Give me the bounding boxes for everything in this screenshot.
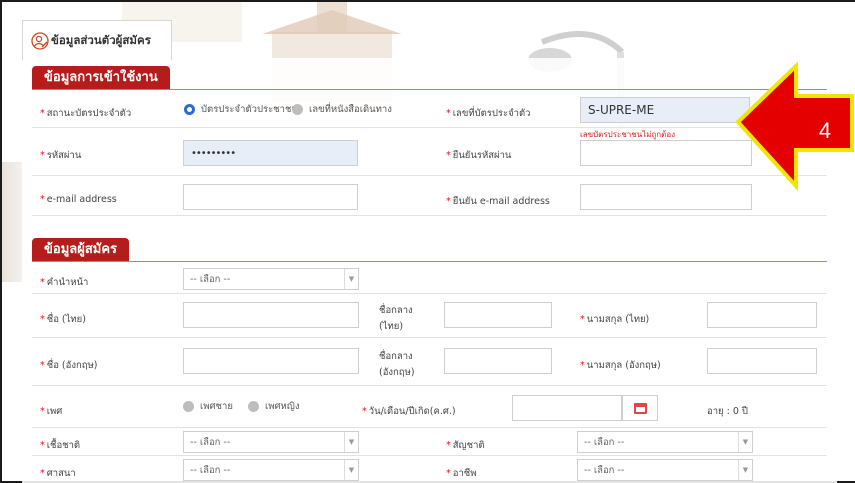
radio-passport[interactable]: เลขที่หนังสือเดินทาง bbox=[292, 102, 392, 117]
chevron-down-icon: ▼ bbox=[738, 432, 752, 452]
window-frame: ข้อมูลส่วนตัวผู้สมัคร ข้อมูลการเข้าใช้งา… bbox=[0, 0, 855, 483]
radio-unselected-icon bbox=[248, 401, 259, 412]
row-prefix: * คำนำหน้า -- เลือก -- ▼ bbox=[32, 264, 827, 294]
first-name-th-input[interactable] bbox=[183, 302, 359, 328]
chevron-down-icon: ▼ bbox=[344, 460, 358, 480]
religion-select[interactable]: -- เลือก -- ▼ bbox=[183, 459, 359, 481]
tab-label: ข้อมูลส่วนตัวผู้สมัคร bbox=[51, 32, 151, 47]
password-label: * รหัสผ่าน bbox=[40, 150, 82, 161]
section-applicant-title: ข้อมูลผู้สมัคร bbox=[32, 238, 130, 262]
radio-selected-icon bbox=[184, 104, 195, 115]
calendar-button[interactable] bbox=[622, 395, 658, 421]
email-confirm-input[interactable] bbox=[580, 184, 752, 210]
email-label: * e-mail address bbox=[40, 194, 117, 205]
id-type-label: * สถานะบัตรประจำตัว bbox=[40, 108, 132, 119]
occupation-select[interactable]: -- เลือก -- ▼ bbox=[577, 459, 753, 481]
form-panel: ข้อมูลการเข้าใช้งาน * สถานะบัตรประจำตัว บ… bbox=[22, 58, 837, 483]
middle-name-th-label-sub: (ไทย) bbox=[379, 321, 404, 332]
password-confirm-label: * ยืนยันรหัสผ่าน bbox=[446, 150, 512, 161]
section-login-header: ข้อมูลการเข้าใช้งาน bbox=[32, 66, 827, 90]
radio-unselected-icon bbox=[292, 104, 303, 115]
occupation-label: * อาชีพ bbox=[446, 468, 477, 479]
name-th-label: * ชื่อ (ไทย) bbox=[40, 314, 86, 325]
radio-id-card[interactable]: บัตรประจำตัวประชาชน bbox=[184, 102, 298, 117]
user-edit-icon bbox=[31, 31, 49, 50]
nationality-select[interactable]: -- เลือก -- ▼ bbox=[577, 431, 753, 453]
form-container: ข้อมูลส่วนตัวผู้สมัคร ข้อมูลการเข้าใช้งา… bbox=[22, 20, 837, 483]
chevron-down-icon: ▼ bbox=[738, 460, 752, 480]
email-input[interactable] bbox=[183, 184, 358, 210]
radio-unselected-icon bbox=[183, 401, 194, 412]
middle-name-en-label-sub: (อังกฤษ) bbox=[379, 367, 415, 378]
chevron-down-icon: ▼ bbox=[344, 269, 358, 289]
first-name-en-input[interactable] bbox=[183, 348, 359, 374]
step-number: 4 bbox=[818, 118, 832, 143]
calendar-icon bbox=[633, 402, 647, 414]
row-id-type: * สถานะบัตรประจำตัว บัตรประจำตัวประชาชน เ… bbox=[32, 90, 827, 139]
birthdate-label: * วัน/เดือน/ปีเกิด(ค.ศ.) bbox=[362, 406, 456, 417]
row-email: * e-mail address * ยืนยัน e-mail address bbox=[32, 176, 827, 216]
email-confirm-label: * ยืนยัน e-mail address bbox=[446, 196, 550, 207]
row-password: * รหัสผ่าน ••••••••• * ยืนยันรหัสผ่าน bbox=[32, 128, 827, 176]
prefix-label: * คำนำหน้า bbox=[40, 277, 89, 288]
password-confirm-input[interactable] bbox=[580, 140, 752, 166]
section-login-title: ข้อมูลการเข้าใช้งาน bbox=[32, 66, 170, 90]
row-name-th: * ชื่อ (ไทย) ชื่อกลาง (ไทย) * นามสกุล (ไทย… bbox=[32, 294, 827, 338]
middle-name-en-label: ชื่อกลาง bbox=[379, 351, 413, 362]
chevron-down-icon: ▼ bbox=[344, 432, 358, 452]
ethnicity-select[interactable]: -- เลือก -- ▼ bbox=[183, 431, 359, 453]
middle-name-th-input[interactable] bbox=[444, 302, 552, 328]
surname-en-input[interactable] bbox=[707, 348, 817, 374]
surname-th-label: * นามสกุล (ไทย) bbox=[580, 314, 650, 325]
tab-applicant-info[interactable]: ข้อมูลส่วนตัวผู้สมัคร bbox=[22, 20, 172, 60]
row-gender-birthdate: * เพศ เพศชาย เพศหญิง * วัน/เดือน/ปีเกิด(ค.… bbox=[32, 386, 827, 428]
ethnicity-label: * เชื้อชาติ bbox=[40, 440, 81, 451]
name-en-label: * ชื่อ (อังกฤษ) bbox=[40, 360, 98, 371]
row-religion: * ศาสนา -- เลือก -- ▼ * อาชีพ -- เลือก -- ▼ bbox=[32, 456, 827, 483]
id-number-input[interactable]: S-UPRE-ME bbox=[580, 97, 750, 123]
id-number-label: * เลขที่บัตรประจำตัว bbox=[446, 108, 531, 119]
password-input[interactable]: ••••••••• bbox=[183, 140, 358, 166]
gender-label: * เพศ bbox=[40, 406, 63, 417]
middle-name-th-label: ชื่อกลาง bbox=[379, 305, 413, 316]
nationality-label: * สัญชาติ bbox=[446, 440, 485, 451]
row-name-en: * ชื่อ (อังกฤษ) ชื่อกลาง (อังกฤษ) * นามสกุ… bbox=[32, 338, 827, 386]
age-text: อายุ : 0 ปี bbox=[707, 406, 748, 417]
birthdate-input[interactable] bbox=[512, 395, 622, 421]
row-ethnicity: * เชื้อชาติ -- เลือก -- ▼ * สัญชาติ -- เลือ… bbox=[32, 428, 827, 456]
radio-male[interactable]: เพศชาย bbox=[183, 399, 233, 414]
surname-en-label: * นามสกุล (อังกฤษ) bbox=[580, 360, 661, 371]
section-applicant-header: ข้อมูลผู้สมัคร bbox=[32, 238, 827, 262]
prefix-select[interactable]: -- เลือก -- ▼ bbox=[183, 268, 359, 290]
religion-label: * ศาสนา bbox=[40, 468, 76, 479]
radio-female[interactable]: เพศหญิง bbox=[248, 399, 300, 414]
surname-th-input[interactable] bbox=[707, 302, 817, 328]
middle-name-en-input[interactable] bbox=[444, 348, 552, 374]
